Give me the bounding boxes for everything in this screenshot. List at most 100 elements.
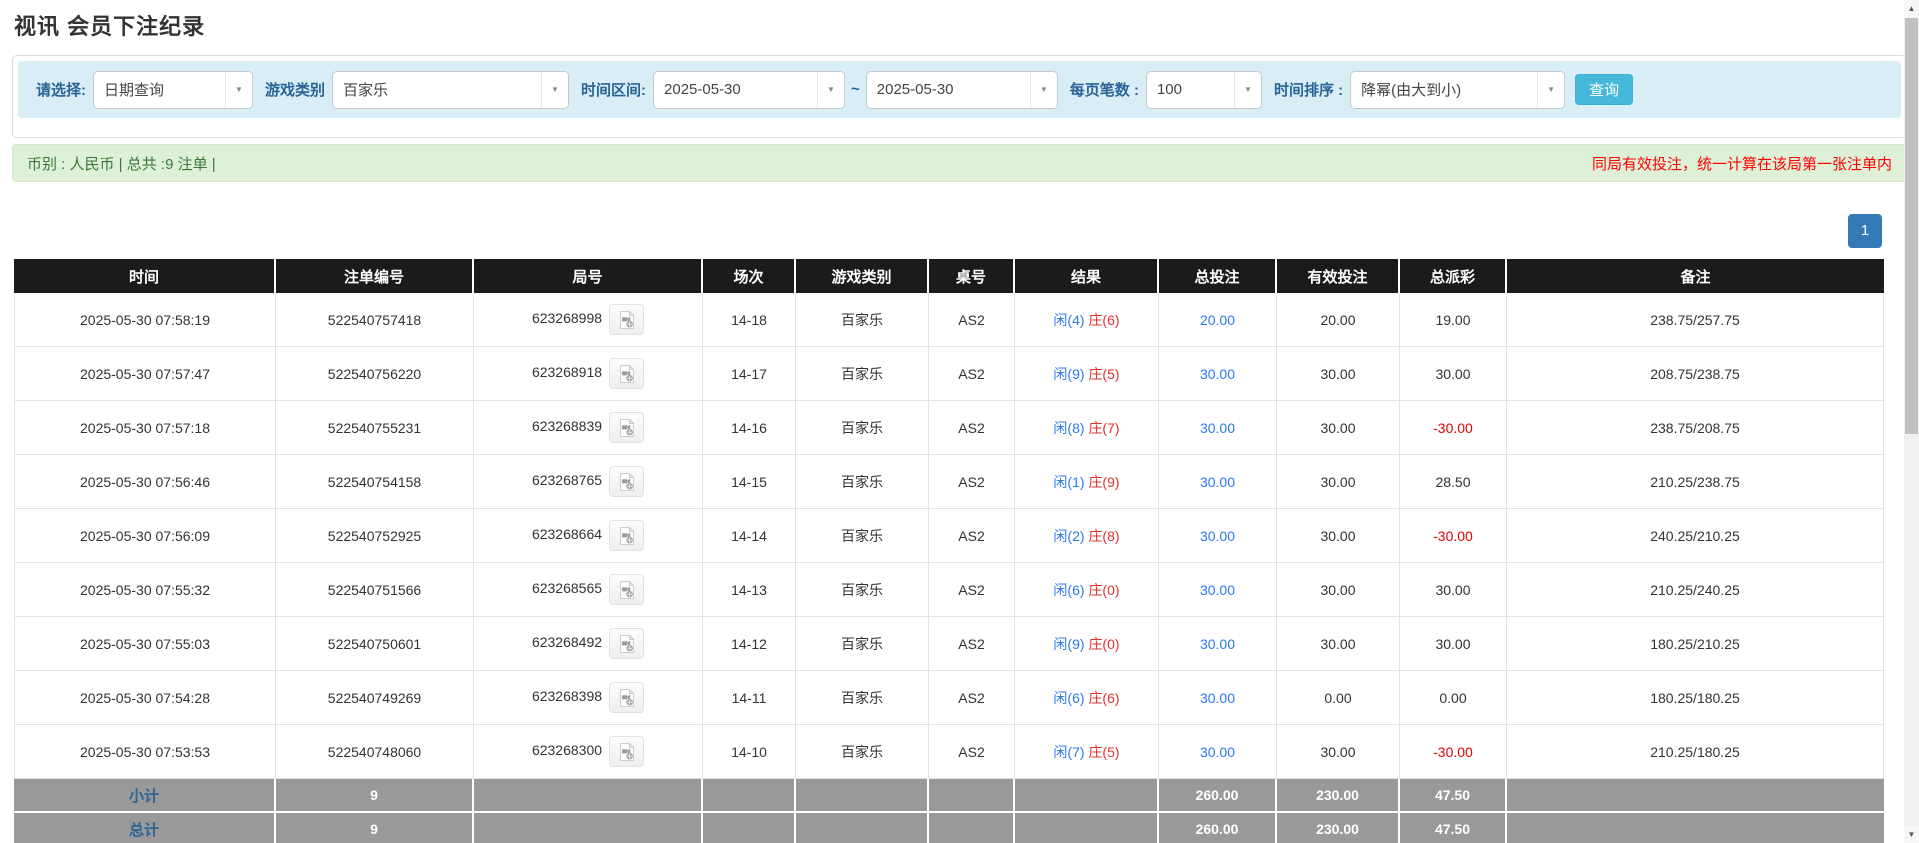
chevron-down-icon[interactable] <box>1030 72 1057 108</box>
scrollbar-thumb[interactable] <box>1905 18 1918 434</box>
total-bet-link[interactable]: 20.00 <box>1200 312 1235 328</box>
page-1-button[interactable]: 1 <box>1848 214 1882 248</box>
video-record-icon <box>617 742 637 762</box>
result-banker: 庄(5) <box>1088 744 1119 760</box>
betting-records-table: 时间注单编号局号场次游戏类别桌号结果总投注有效投注总派彩备注 2025-05-3… <box>14 259 1884 843</box>
video-record-button[interactable] <box>609 736 644 767</box>
total-bet-link[interactable]: 30.00 <box>1200 474 1235 490</box>
video-record-button[interactable] <box>609 628 644 659</box>
chevron-down-icon[interactable] <box>541 72 568 108</box>
game-category-select[interactable]: 百家乐 <box>332 71 569 109</box>
cell-table-number: AS2 <box>929 509 1015 563</box>
cell-valid-bet: 20.00 <box>1277 293 1400 347</box>
result-player: 闲(6) <box>1053 582 1084 598</box>
date-to-value: 2025-05-30 <box>867 72 1030 108</box>
total-bet-link[interactable]: 30.00 <box>1200 420 1235 436</box>
cell-session: 14-13 <box>703 563 796 617</box>
cell-total-bet: 30.00 <box>1159 617 1277 671</box>
video-record-button[interactable] <box>609 574 644 605</box>
date-from-select[interactable]: 2025-05-30 <box>653 71 845 109</box>
total-bet-link[interactable]: 30.00 <box>1200 690 1235 706</box>
cell-round-number: 623268664 <box>474 509 703 563</box>
chevron-down-icon[interactable] <box>225 72 252 108</box>
summary-empty-cell <box>474 779 703 813</box>
column-header: 场次 <box>703 259 796 293</box>
cell-order-number: 522540752925 <box>276 509 474 563</box>
chevron-down-icon[interactable] <box>1234 72 1261 108</box>
cell-table-number: AS2 <box>929 455 1015 509</box>
page-size-value: 100 <box>1147 72 1234 108</box>
scroll-down-icon[interactable] <box>1904 826 1919 843</box>
table-header-row: 时间注单编号局号场次游戏类别桌号结果总投注有效投注总派彩备注 <box>14 259 1884 293</box>
cell-total-payout: 30.00 <box>1400 347 1507 401</box>
summary-count: 9 <box>276 779 474 813</box>
filter-bar: 请选择: 日期查询 游戏类别 百家乐 时间区间: 2025-05-30 ~ 20… <box>18 61 1901 118</box>
video-record-icon <box>617 364 637 384</box>
video-record-button[interactable] <box>609 304 644 335</box>
cell-time: 2025-05-30 07:57:18 <box>14 401 276 455</box>
cell-remark: 210.25/240.25 <box>1507 563 1884 617</box>
result-player: 闲(9) <box>1053 636 1084 652</box>
summary-valid-bet: 230.00 <box>1277 779 1400 813</box>
total-bet-link[interactable]: 30.00 <box>1200 582 1235 598</box>
total-bet-link[interactable]: 30.00 <box>1200 528 1235 544</box>
cell-table-number: AS2 <box>929 563 1015 617</box>
time-sort-select[interactable]: 降幂(由大到小) <box>1350 71 1565 109</box>
cell-time: 2025-05-30 07:58:19 <box>14 293 276 347</box>
result-player: 闲(1) <box>1053 474 1084 490</box>
currency-total-text: 币别 : 人民币 | 总共 :9 注单 | <box>27 153 216 174</box>
cell-remark: 240.25/210.25 <box>1507 509 1884 563</box>
chevron-down-icon[interactable] <box>817 72 844 108</box>
cell-time: 2025-05-30 07:55:32 <box>14 563 276 617</box>
cell-game-category: 百家乐 <box>796 617 929 671</box>
cell-total-bet: 30.00 <box>1159 671 1277 725</box>
chevron-down-icon[interactable] <box>1537 72 1564 108</box>
summary-empty-cell <box>796 813 929 843</box>
total-bet-link[interactable]: 30.00 <box>1200 636 1235 652</box>
video-record-button[interactable] <box>609 412 644 443</box>
round-number: 623268918 <box>532 364 602 380</box>
summary-total-payout: 47.50 <box>1400 813 1507 843</box>
cell-result: 闲(6) 庄(6) <box>1015 671 1159 725</box>
total-bet-link[interactable]: 30.00 <box>1200 744 1235 760</box>
round-number: 623268664 <box>532 526 602 542</box>
total-bet-link[interactable]: 30.00 <box>1200 366 1235 382</box>
cell-game-category: 百家乐 <box>796 671 929 725</box>
video-record-button[interactable] <box>609 466 644 497</box>
pagination: 1 <box>0 214 1882 248</box>
video-record-button[interactable] <box>609 520 644 551</box>
cell-table-number: AS2 <box>929 347 1015 401</box>
column-header: 注单编号 <box>276 259 474 293</box>
table-row: 2025-05-30 07:58:19 522540757418 6232689… <box>14 293 1884 347</box>
cell-remark: 210.25/180.25 <box>1507 725 1884 779</box>
page-size-select[interactable]: 100 <box>1146 71 1262 109</box>
column-header: 时间 <box>14 259 276 293</box>
result-banker: 庄(6) <box>1088 690 1119 706</box>
video-record-icon <box>617 688 637 708</box>
result-player: 闲(4) <box>1053 312 1084 328</box>
query-type-value: 日期查询 <box>94 72 225 108</box>
round-number: 623268492 <box>532 634 602 650</box>
video-record-button[interactable] <box>609 682 644 713</box>
cell-total-bet: 30.00 <box>1159 725 1277 779</box>
query-type-select[interactable]: 日期查询 <box>93 71 253 109</box>
cell-total-payout: -30.00 <box>1400 401 1507 455</box>
video-record-button[interactable] <box>609 358 644 389</box>
cell-result: 闲(6) 庄(0) <box>1015 563 1159 617</box>
cell-table-number: AS2 <box>929 725 1015 779</box>
date-from-value: 2025-05-30 <box>654 72 817 108</box>
video-record-icon <box>617 418 637 438</box>
date-to-select[interactable]: 2025-05-30 <box>866 71 1058 109</box>
search-button[interactable]: 查询 <box>1575 74 1633 105</box>
table-row: 2025-05-30 07:53:53 522540748060 6232683… <box>14 725 1884 779</box>
cell-total-payout: 30.00 <box>1400 563 1507 617</box>
summary-row: 小计 9 260.00 230.00 47.50 <box>14 779 1884 813</box>
round-number: 623268839 <box>532 418 602 434</box>
video-record-icon <box>617 634 637 654</box>
cell-game-category: 百家乐 <box>796 347 929 401</box>
vertical-scrollbar[interactable] <box>1904 0 1919 843</box>
summary-bar: 币别 : 人民币 | 总共 :9 注单 | 同局有效投注，统一计算在该局第一张注… <box>12 144 1907 182</box>
summary-empty-cell <box>796 779 929 813</box>
page-size-label: 每页笔数 : <box>1070 79 1139 100</box>
scroll-up-icon[interactable] <box>1904 0 1919 17</box>
